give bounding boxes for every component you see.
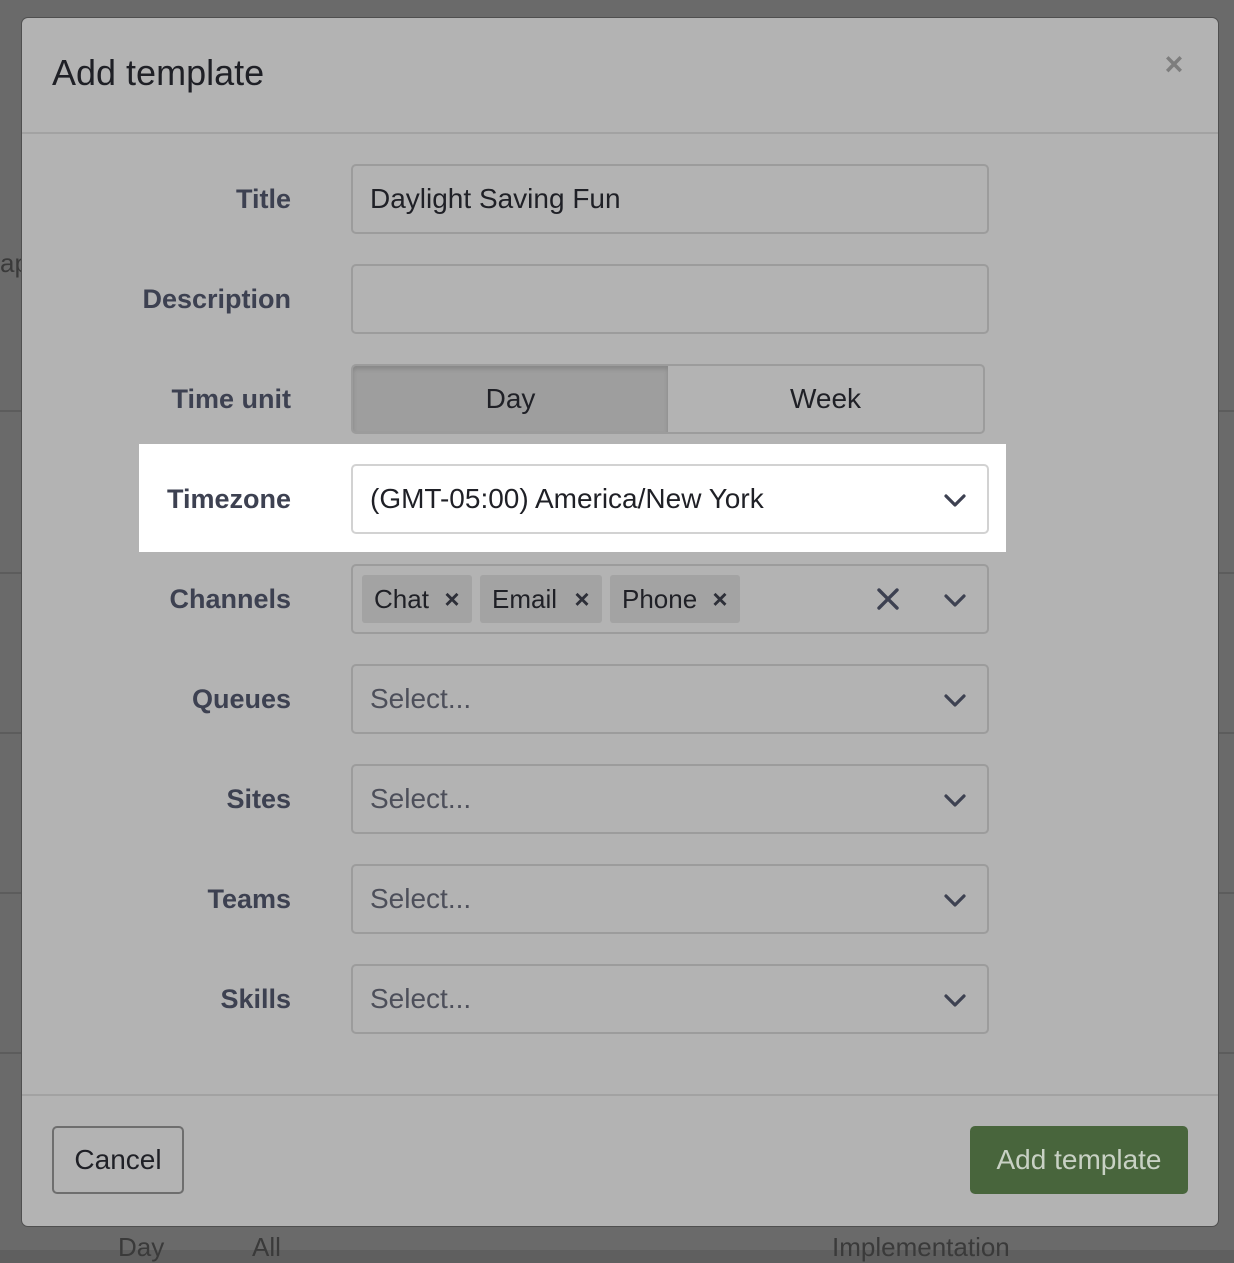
- title-label: Title: [235, 184, 291, 214]
- teams-row: Teams Select...: [22, 864, 1218, 934]
- timezone-select[interactable]: (GMT-05:00) America/New York: [351, 464, 989, 534]
- title-input-value: Daylight Saving Fun: [370, 183, 621, 214]
- timezone-label: Timezone: [166, 484, 291, 514]
- sites-placeholder: Select...: [370, 783, 472, 814]
- channel-tag-label: Chat: [374, 584, 429, 614]
- add-template-button[interactable]: Add template: [970, 1126, 1188, 1194]
- background-row-day: Day: [118, 1232, 165, 1262]
- teams-label: Teams: [207, 884, 291, 914]
- channel-tag-email: Email ×: [480, 575, 602, 623]
- queues-row: Queues Select...: [22, 664, 1218, 734]
- channels-label: Channels: [169, 584, 291, 614]
- timezone-row: Timezone (GMT-05:00) America/New York: [22, 464, 1218, 534]
- description-input[interactable]: [351, 264, 989, 334]
- description-label: Description: [142, 284, 291, 314]
- time-unit-label: Time unit: [171, 384, 291, 414]
- add-template-modal: Add template × Title Daylight Saving Fun…: [22, 18, 1218, 1226]
- time-unit-toggle: Day Week: [351, 364, 989, 434]
- timezone-highlight: Timezone (GMT-05:00) America/New York: [139, 444, 1006, 552]
- channels-row: Channels Chat × Email × Phone ×: [22, 564, 1218, 634]
- skills-select[interactable]: Select...: [351, 964, 989, 1034]
- channel-tag-label: Email: [492, 584, 558, 614]
- modal-title: Add template: [52, 52, 265, 93]
- chevron-down-icon: [944, 994, 966, 1007]
- sites-label: Sites: [226, 784, 291, 814]
- sites-row: Sites Select...: [22, 764, 1218, 834]
- channel-tag-label: Phone: [622, 584, 698, 614]
- modal-header: Add template ×: [22, 18, 1218, 134]
- time-unit-row: Time unit Day Week: [22, 364, 1218, 434]
- chevron-down-icon[interactable]: [941, 586, 969, 614]
- time-unit-day-button[interactable]: Day: [351, 364, 670, 434]
- channel-tag-phone: Phone ×: [610, 575, 740, 623]
- description-row: Description: [22, 264, 1218, 334]
- queues-select[interactable]: Select...: [351, 664, 989, 734]
- queues-label: Queues: [191, 684, 291, 714]
- remove-email-icon[interactable]: ×: [562, 575, 602, 623]
- skills-label: Skills: [220, 984, 291, 1014]
- time-unit-week-button[interactable]: Week: [668, 364, 985, 434]
- background-row-implementation: Implementation: [832, 1232, 1010, 1262]
- chevron-down-icon: [944, 894, 966, 907]
- remove-chat-icon[interactable]: ×: [432, 575, 472, 623]
- skills-placeholder: Select...: [370, 983, 472, 1014]
- chevron-down-icon: [944, 494, 966, 507]
- background-row-all: All: [252, 1232, 281, 1262]
- channel-tag-chat: Chat ×: [362, 575, 472, 623]
- skills-row: Skills Select...: [22, 964, 1218, 1034]
- chevron-down-icon: [944, 794, 966, 807]
- teams-select[interactable]: Select...: [351, 864, 989, 934]
- remove-phone-icon[interactable]: ×: [700, 575, 740, 623]
- chevron-down-icon: [944, 694, 966, 707]
- close-icon[interactable]: ×: [1158, 46, 1190, 82]
- title-input[interactable]: Daylight Saving Fun: [351, 164, 989, 234]
- sites-select[interactable]: Select...: [351, 764, 989, 834]
- teams-placeholder: Select...: [370, 883, 472, 914]
- queues-placeholder: Select...: [370, 683, 472, 714]
- cancel-button[interactable]: Cancel: [52, 1126, 184, 1194]
- clear-all-icon[interactable]: [873, 584, 903, 614]
- title-row: Title Daylight Saving Fun: [22, 164, 1218, 234]
- channels-multiselect[interactable]: Chat × Email × Phone ×: [351, 564, 989, 634]
- timezone-value: (GMT-05:00) America/New York: [370, 483, 764, 514]
- modal-footer: Cancel Add template: [22, 1094, 1218, 1228]
